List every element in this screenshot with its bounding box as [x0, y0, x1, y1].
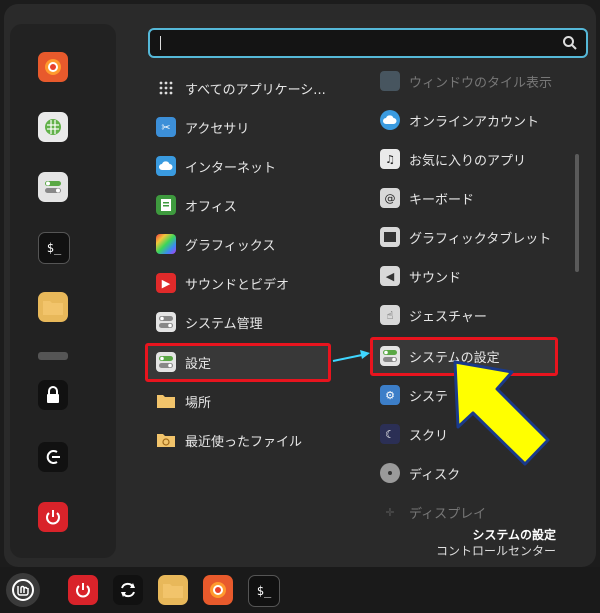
update-manager-icon[interactable]: [113, 575, 143, 605]
pointer-arrow: [453, 360, 550, 466]
mint-menu-icon[interactable]: [6, 573, 40, 607]
description-title: システムの設定: [472, 528, 556, 542]
firefox-icon[interactable]: [203, 575, 233, 605]
shutdown-icon[interactable]: [68, 575, 98, 605]
annotation-overlay: [332, 350, 550, 466]
connector-arrow: [332, 350, 370, 362]
description-subtitle: コントロールセンター: [435, 544, 556, 558]
folder-icon[interactable]: [158, 575, 188, 605]
taskbar: $_: [0, 567, 600, 613]
terminal-icon[interactable]: $_: [248, 575, 280, 607]
